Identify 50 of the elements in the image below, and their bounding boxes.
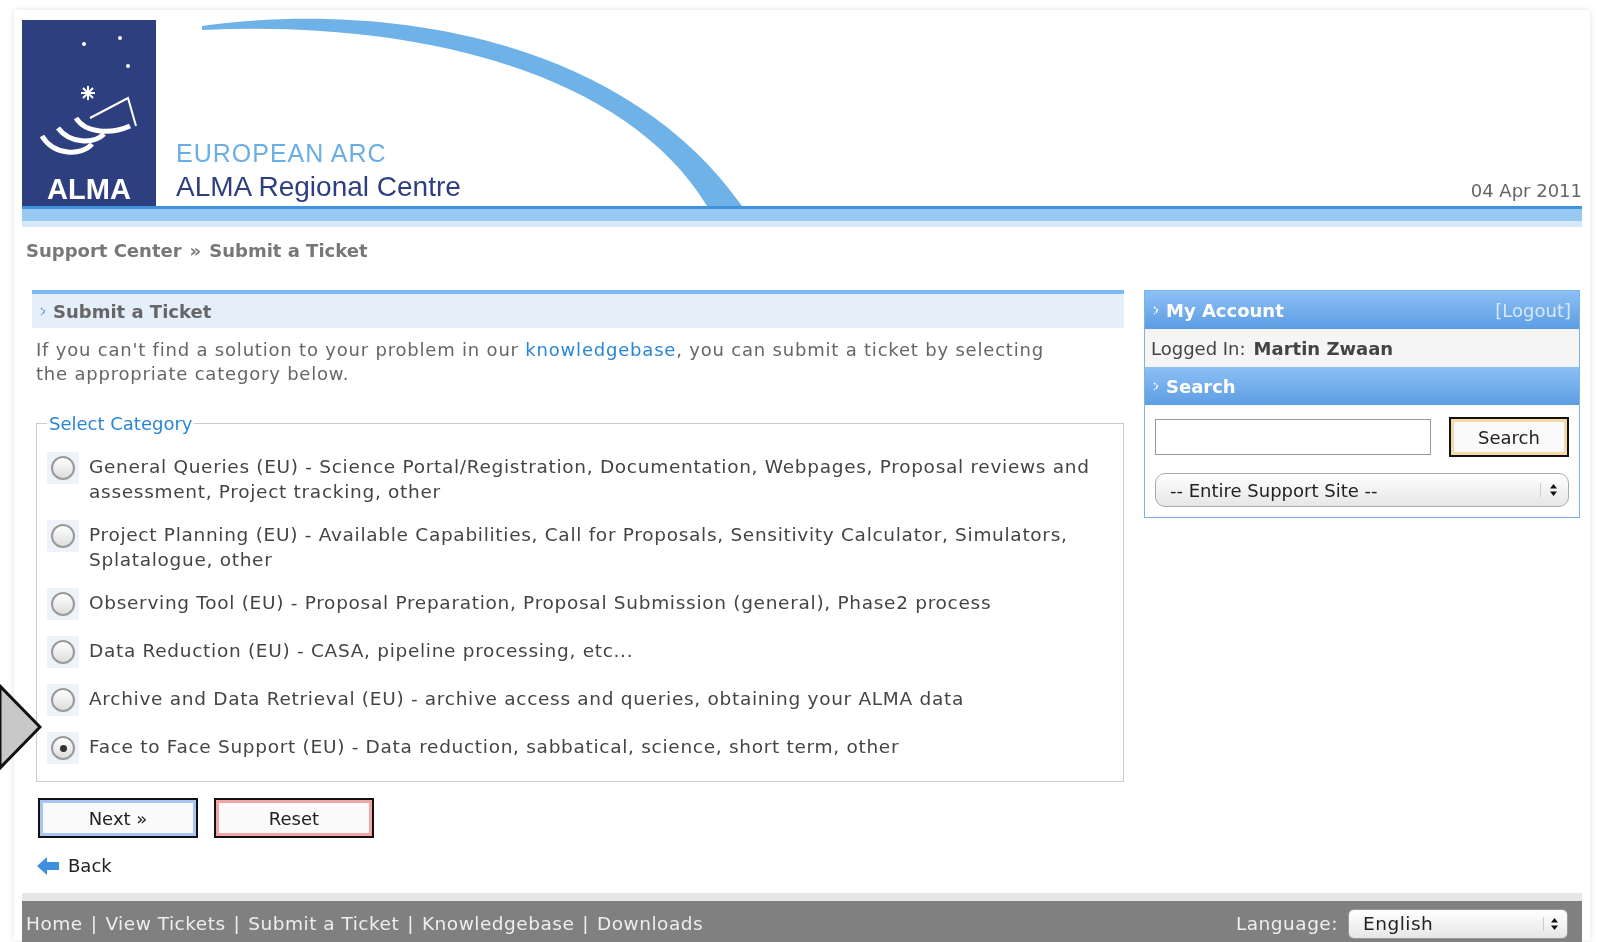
category-label: Data Reduction (EU) - CASA, pipeline processing, etc... — [89, 639, 635, 663]
footer-separator: | — [233, 911, 241, 936]
language-select[interactable]: English — [1348, 908, 1568, 939]
category-radio[interactable] — [51, 640, 75, 664]
section-title: Submit a Ticket — [53, 299, 212, 324]
search-button[interactable]: Search — [1449, 417, 1569, 457]
logged-in-label: Logged In: — [1151, 336, 1246, 361]
next-button[interactable]: Next » — [38, 798, 198, 838]
footer-link[interactable]: Submit a Ticket — [248, 909, 400, 938]
search-title: Search — [1166, 374, 1236, 399]
site-title: ALMA Regional Centre — [176, 170, 461, 204]
scope-select[interactable]: -- Entire Support Site -- — [1155, 473, 1569, 507]
footer-link[interactable]: Knowledgebase — [421, 909, 575, 938]
intro-text: If you can't find a solution to your problem in our knowledgebase, you can submit a ticket by selecting the appropriate category below. — [35, 338, 1045, 386]
reset-button[interactable]: Reset — [214, 798, 374, 838]
user-name: Martin Zwaan — [1253, 336, 1394, 361]
stepper-icon — [1550, 916, 1559, 931]
category-label: Archive and Data Retrieval (EU) - archive access and queries, obtaining your ALMA data — [89, 687, 965, 711]
knowledgebase-link[interactable]: knowledgebase — [525, 339, 677, 360]
category-radio[interactable] — [51, 456, 75, 480]
breadcrumb-separator: » — [189, 239, 202, 263]
category-label: General Queries (EU) - Science Portal/Registration, Documentation, Webpages, Proposal reviews and assessment, Project tracking, other — [89, 455, 1091, 504]
footer-separator: | — [407, 911, 414, 936]
breadcrumb-item[interactable]: Submit a Ticket — [209, 237, 368, 264]
category-radio[interactable] — [51, 592, 75, 616]
chevron-icon — [40, 306, 47, 316]
category-legend: Select Category — [47, 410, 195, 437]
back-link[interactable]: Back — [68, 852, 112, 879]
category-label: Project Planning (EU) - Available Capabilities, Call for Proposals, Sensitivity Calculator, Simulators, Splatalogue, other — [89, 523, 1069, 572]
chevron-icon — [1153, 381, 1160, 391]
footer-link[interactable]: Downloads — [597, 909, 704, 938]
footer-link[interactable]: Home — [26, 909, 83, 938]
footer-separator: | — [90, 911, 98, 936]
footer-separator: | — [582, 911, 589, 936]
category-radio[interactable] — [51, 688, 75, 712]
search-field[interactable] — [1155, 419, 1431, 455]
breadcrumb-item[interactable]: Support Center — [26, 237, 182, 264]
category-radio[interactable] — [51, 736, 75, 760]
category-label: Observing Tool (EU) - Proposal Preparation, Proposal Submission (general), Phase2 process — [89, 591, 993, 615]
language-label: Language: — [1235, 911, 1338, 936]
chevron-icon — [1153, 305, 1160, 315]
account-title: My Account — [1166, 298, 1284, 323]
back-arrow-icon — [36, 854, 60, 877]
site-subtitle: EUROPEAN ARC — [176, 137, 388, 169]
category-radio[interactable] — [51, 524, 75, 548]
stepper-icon — [1549, 483, 1558, 497]
category-label: Face to Face Support (EU) - Data reduction, sabbatical, science, short term, other — [89, 735, 901, 759]
logo-text: ALMA — [47, 175, 131, 204]
footer-link[interactable]: View Tickets — [105, 909, 226, 938]
date-text: 04 Apr 2011 — [1470, 179, 1582, 203]
